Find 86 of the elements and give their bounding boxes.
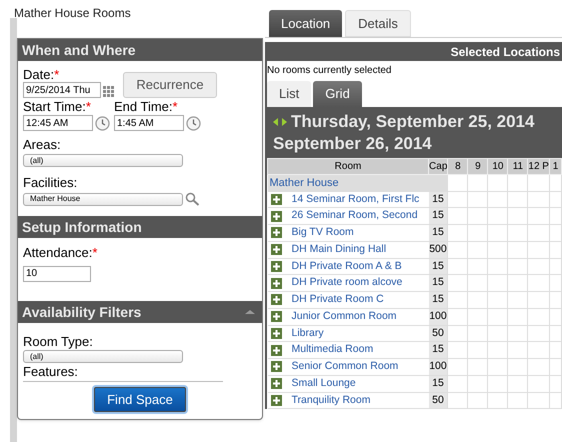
add-icon[interactable]: [270, 344, 282, 356]
add-icon[interactable]: [270, 328, 282, 339]
tab[interactable]: List: [267, 81, 312, 107]
capacity-cell: 15: [428, 375, 448, 392]
date-title: Thursday, September 25, 2014: [291, 111, 534, 133]
input-field[interactable]: 9/25/2014 Thu: [23, 82, 101, 98]
column-header: 8: [448, 158, 468, 174]
section-title: Selected Locations: [450, 44, 560, 60]
add-icon[interactable]: [270, 361, 282, 372]
room-link[interactable]: Big TV Room: [292, 225, 354, 241]
calendar-icon[interactable]: [103, 86, 115, 98]
capacity-cell: 100: [428, 308, 448, 325]
tab[interactable]: Grid: [313, 81, 362, 107]
add-icon[interactable]: [270, 227, 282, 238]
room-link[interactable]: Senior Common Room: [292, 359, 398, 375]
capacity-cell: 15: [428, 192, 448, 208]
room-link[interactable]: DH Main Dining Hall: [292, 242, 386, 258]
capacity-cell: 15: [428, 274, 448, 292]
input-field[interactable]: 10: [23, 266, 91, 282]
add-icon[interactable]: [270, 278, 282, 289]
input-field[interactable]: 1:45 AM: [114, 115, 184, 131]
room-link[interactable]: DH Private room alcove: [292, 275, 402, 291]
add-icon[interactable]: [270, 311, 282, 322]
dropdown[interactable]: Mather House: [23, 192, 183, 206]
group-cell: Mather House: [268, 174, 448, 192]
capacity-cell: 15: [428, 258, 448, 275]
collapse-icon[interactable]: [245, 310, 255, 314]
add-icon[interactable]: [270, 210, 282, 222]
capacity-cell: 15: [428, 292, 448, 308]
field-label: Facilities:: [23, 175, 78, 190]
capacity-cell: 15: [428, 208, 448, 224]
capacity-cell: 15: [428, 224, 448, 242]
capacity-cell: 50: [428, 392, 448, 409]
room-link[interactable]: DH Private Room C: [292, 292, 384, 308]
status-message: No rooms currently selected: [267, 64, 392, 78]
field-label: Features:: [23, 364, 78, 379]
section-title: Setup Information: [22, 218, 142, 237]
recurrence-button[interactable]: Recurrence: [123, 72, 217, 98]
tab[interactable]: Location: [269, 10, 342, 37]
column-header: Room: [268, 158, 429, 174]
section-title: Availability Filters: [22, 302, 142, 322]
required-marker: *: [92, 245, 98, 260]
clock-icon[interactable]: [186, 116, 201, 130]
room-link[interactable]: 26 Seminar Room, Second: [292, 208, 418, 224]
add-icon[interactable]: [270, 244, 282, 256]
dropdown[interactable]: (all): [23, 154, 183, 167]
capacity-cell: 15: [428, 342, 448, 358]
date-title: September 26, 2014: [273, 133, 432, 155]
dropdown[interactable]: (all): [23, 350, 183, 363]
room-link[interactable]: 14 Seminar Room, First Flc: [292, 192, 420, 208]
column-header: 11: [508, 158, 528, 174]
field-label: Start Time:: [23, 99, 86, 114]
tab[interactable]: Details: [345, 10, 411, 37]
add-icon[interactable]: [270, 194, 282, 205]
capacity-cell: 50: [428, 325, 448, 342]
add-icon[interactable]: [270, 260, 282, 272]
add-icon[interactable]: [270, 394, 282, 406]
clock-icon[interactable]: [95, 116, 110, 130]
column-header: 10: [488, 158, 508, 174]
room-link[interactable]: Library: [292, 326, 324, 342]
add-icon[interactable]: [270, 294, 282, 306]
prev-next-arrows-icon[interactable]: [273, 118, 287, 126]
room-link[interactable]: Tranquility Room: [292, 392, 370, 408]
room-link[interactable]: DH Private Room A & B: [292, 258, 402, 274]
field-label: Attendance:: [23, 245, 92, 260]
capacity-cell: 100: [428, 358, 448, 376]
capacity-cell: 500: [428, 241, 448, 258]
search-icon[interactable]: [185, 192, 200, 206]
add-icon[interactable]: [270, 378, 282, 390]
room-link[interactable]: Multimedia Room: [292, 342, 374, 358]
section-title: When and Where: [22, 40, 136, 60]
required-marker: *: [172, 99, 178, 114]
required-marker: *: [54, 67, 60, 82]
column-header: 1: [549, 158, 562, 174]
field-label: Date:: [23, 67, 54, 82]
room-link[interactable]: Junior Common Room: [292, 308, 397, 324]
required-marker: *: [86, 99, 91, 114]
field-label: Room Type:: [23, 334, 93, 349]
page-title: Mather House Rooms: [14, 6, 131, 20]
field-label: End Time:: [114, 99, 173, 114]
field-label: Areas:: [23, 137, 61, 152]
column-header: 9: [468, 158, 488, 174]
room-link[interactable]: Small Lounge: [292, 376, 356, 392]
find-space-button[interactable]: Find Space: [94, 387, 186, 412]
column-header: 12 P: [528, 158, 550, 174]
input-field[interactable]: 12:45 AM: [23, 115, 93, 131]
